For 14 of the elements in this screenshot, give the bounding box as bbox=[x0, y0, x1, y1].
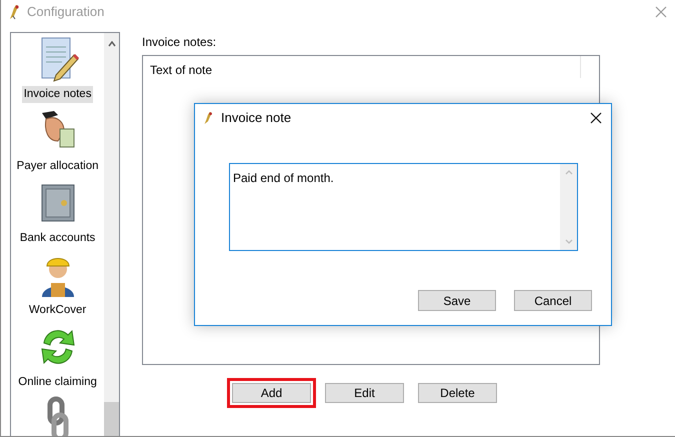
action-button[interactable]: Add bbox=[232, 383, 311, 403]
scrollbar[interactable] bbox=[104, 33, 119, 436]
dialog-title: Invoice note bbox=[221, 108, 292, 127]
dialog-button[interactable]: Save bbox=[418, 290, 496, 311]
action-button[interactable]: Delete bbox=[418, 383, 497, 403]
dialog-button[interactable]: Cancel bbox=[514, 290, 592, 311]
scroll-thumb[interactable] bbox=[104, 402, 119, 436]
column-header: Text of note bbox=[143, 56, 581, 78]
window-title: Configuration bbox=[27, 2, 104, 21]
panel-label: Invoice notes: bbox=[142, 34, 218, 49]
close-icon[interactable] bbox=[590, 112, 602, 124]
scroll-up-icon[interactable] bbox=[108, 41, 116, 47]
sidebar-item[interactable]: Invoice notes bbox=[22, 86, 94, 104]
action-button[interactable]: Edit bbox=[325, 383, 404, 403]
